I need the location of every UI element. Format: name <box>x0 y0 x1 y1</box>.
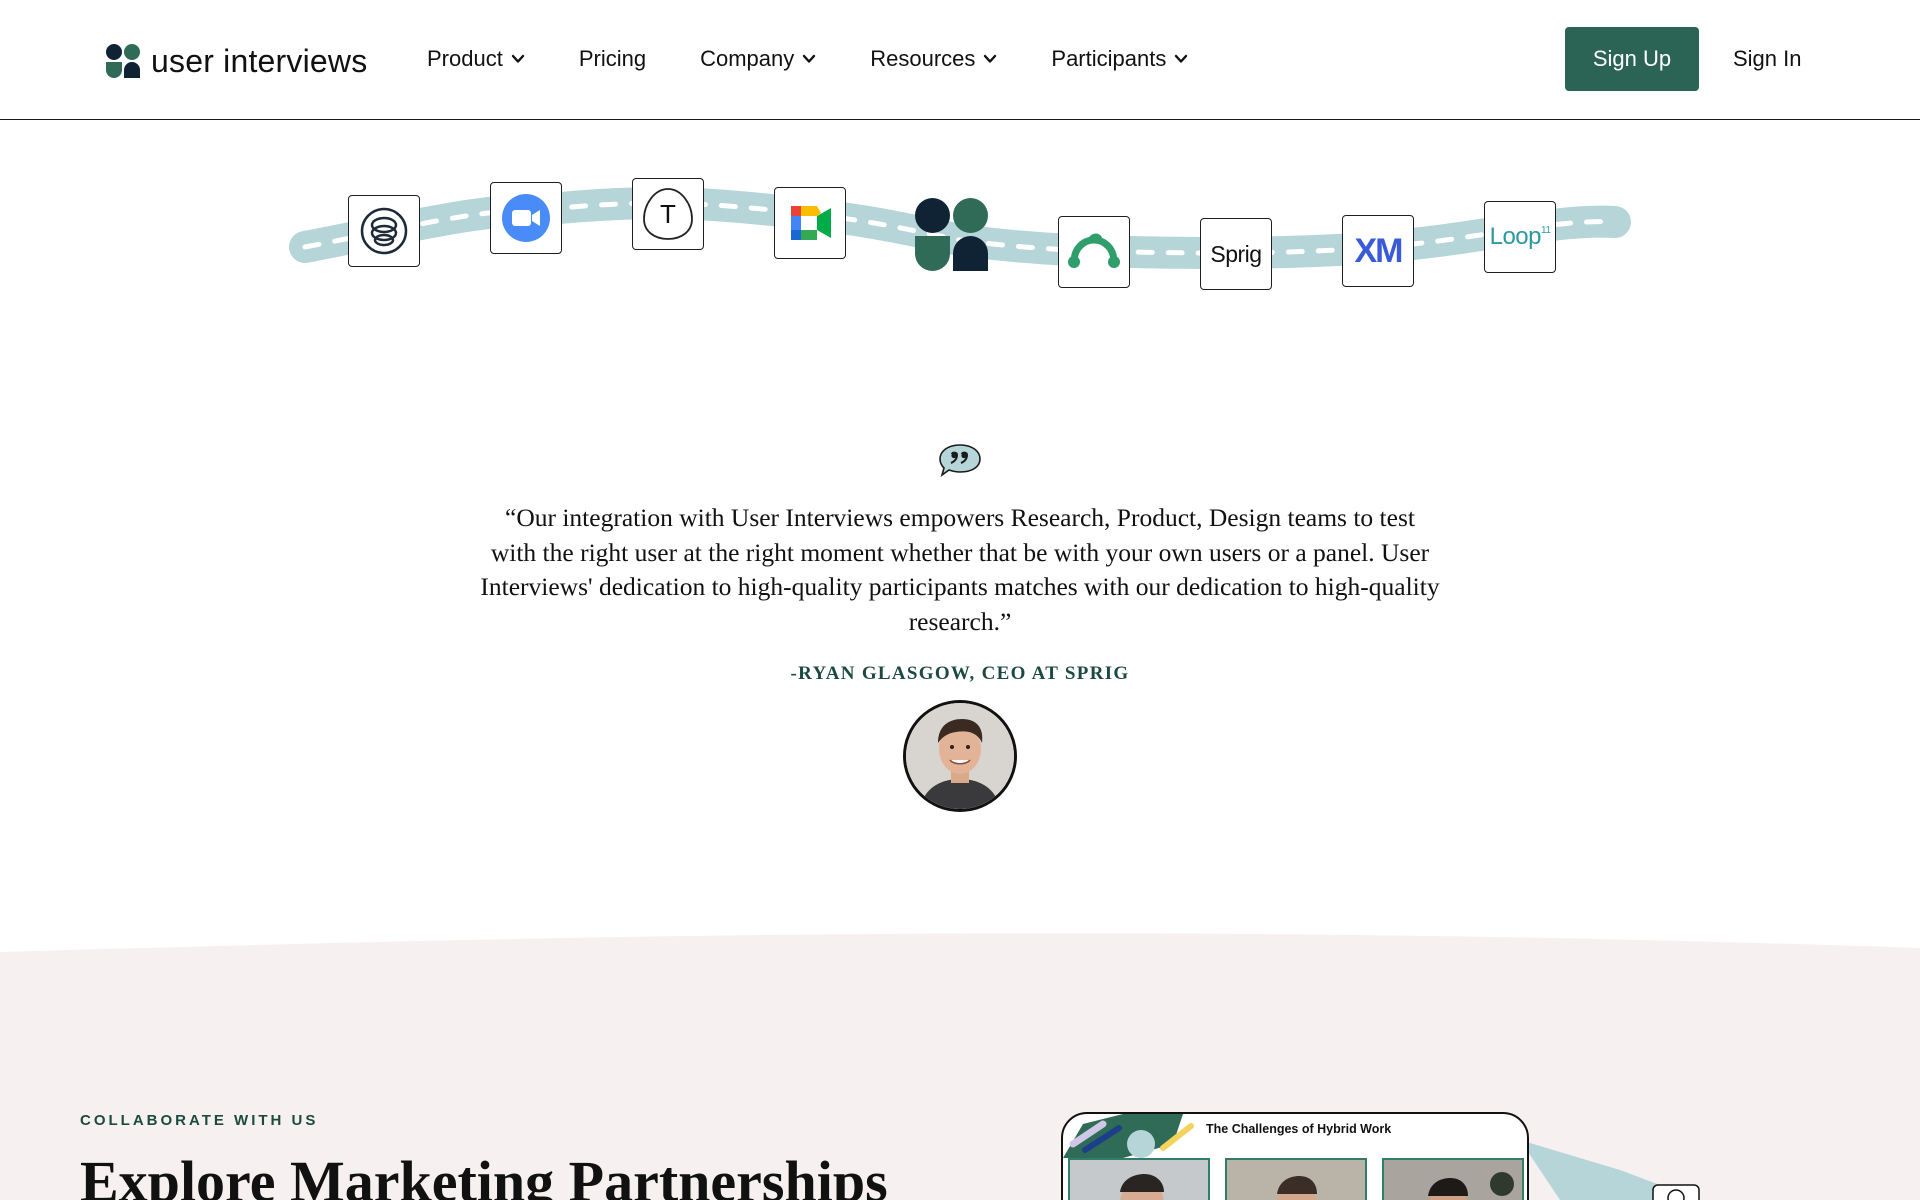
chevron-down-icon <box>1175 54 1188 63</box>
nav-item-resources[interactable]: Resources <box>870 46 997 72</box>
surveymonkey-tile <box>1058 216 1130 288</box>
nav-item-participants[interactable]: Participants <box>1051 46 1188 72</box>
sprig-icon: Sprig <box>1210 240 1262 267</box>
loop11-tile: Loop 11 <box>1484 201 1556 273</box>
quote-bubble-icon <box>939 444 981 477</box>
testimonial-author: -RYAN GLASGOW, CEO AT SPRIG <box>790 663 1130 684</box>
zoom-icon <box>502 194 550 242</box>
card-road-decoration <box>1520 1140 1700 1200</box>
typeform-tile: T <box>632 178 704 250</box>
video-thumbnail <box>1068 1158 1210 1200</box>
loop11-icon: Loop 11 <box>1490 223 1551 251</box>
nav-item-label: Product <box>427 46 503 71</box>
sign-up-button[interactable]: Sign Up <box>1565 27 1699 91</box>
sprig-tile: Sprig <box>1200 218 1272 290</box>
chevron-down-icon <box>984 54 997 63</box>
main-menu: Product Pricing Company Resources Partic… <box>427 46 1242 72</box>
qualtrics-xm-icon: XM <box>1354 231 1404 270</box>
loop11-sup: 11 <box>1541 225 1551 236</box>
nav-item-label: Resources <box>870 46 976 71</box>
video-thumbnail <box>1382 1158 1524 1200</box>
nav-item-company[interactable]: Company <box>700 46 816 72</box>
card-title: The Challenges of Hybrid Work <box>1206 1122 1392 1136</box>
chevron-down-icon <box>803 54 816 63</box>
integrations-strip: T Sprig XM Loop 11 <box>0 140 1920 320</box>
ryan-glasgow-photo <box>906 703 1014 809</box>
loop11-text: Loop <box>1489 223 1542 250</box>
qualtrics-xm-tile: XM <box>1342 215 1414 287</box>
video-thumbnail <box>1225 1158 1367 1200</box>
brand-name: user interviews <box>151 43 368 79</box>
card-decoration <box>1063 1114 1194 1158</box>
typeform-letter: T <box>660 198 676 229</box>
nav-item-label: Company <box>700 46 795 71</box>
section-heading: Explore Marketing Partnerships <box>80 1149 888 1200</box>
nav-item-product[interactable]: Product <box>427 46 525 72</box>
user-interviews-icon <box>915 198 989 272</box>
google-meet-icon <box>791 206 831 240</box>
webinar-preview-card[interactable]: The Challenges of Hybrid Work <box>1061 1112 1529 1200</box>
spiral-logo-icon <box>360 207 408 255</box>
surveymonkey-icon <box>1068 233 1120 268</box>
zoom-tile <box>490 182 562 254</box>
chevron-down-icon <box>511 54 525 63</box>
testimonial-quote: “Our integration with User Interviews em… <box>480 503 1440 636</box>
section-kicker: COLLABORATE WITH US <box>80 1112 319 1129</box>
brand-logo[interactable]: user interviews <box>106 43 367 80</box>
avatar <box>903 700 1017 812</box>
nav-item-label: Pricing <box>578 46 647 71</box>
user-interviews-logo-icon <box>106 43 142 80</box>
nav-item-label: Participants <box>1051 46 1167 71</box>
top-nav: user interviews Product Pricing Company … <box>0 0 1920 120</box>
spiral-logo-tile <box>348 195 420 267</box>
sign-in-link[interactable]: Sign In <box>1733 46 1802 72</box>
nav-item-pricing[interactable]: Pricing <box>579 46 646 72</box>
google-meet-tile <box>774 187 846 259</box>
